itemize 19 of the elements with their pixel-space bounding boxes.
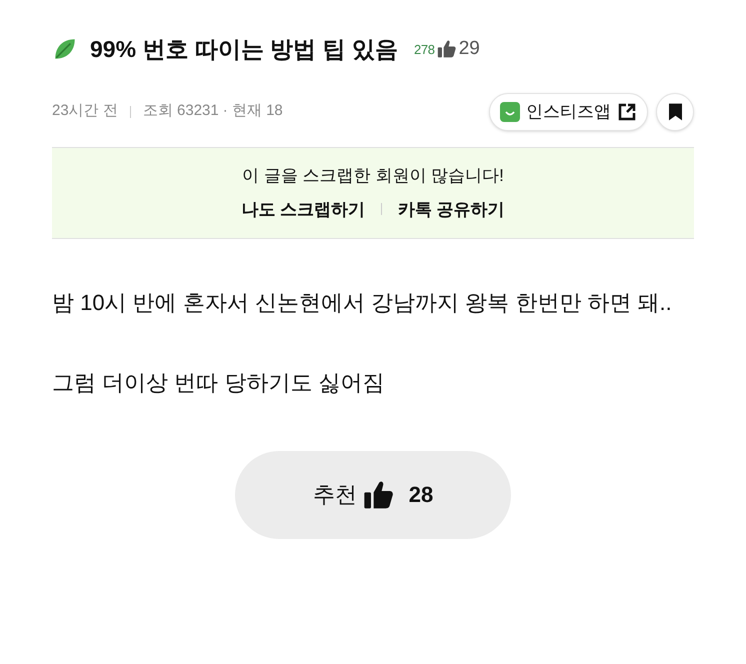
thumbs-up-icon [436,39,457,60]
bookmark-icon [668,102,682,120]
body-paragraph: 밤 10시 반에 혼자서 신논현에서 강남까지 왕복 한번만 하면 돼.. [52,288,673,316]
scrap-action-link[interactable]: 나도 스크랩하기 [241,196,365,222]
body-paragraph: 그럼 더이상 번따 당하기도 싫어짐 [52,368,386,396]
scrap-message: 이 글을 스크랩한 회원이 많습니다! [242,165,504,187]
current-viewers: · 현재 18 [222,101,283,122]
external-link-icon [617,102,637,122]
thumbs-up-icon [362,478,395,510]
bookmark-button[interactable] [656,92,694,130]
comment-count: 278 [414,40,435,58]
smile-icon [500,102,520,122]
scrap-action-link[interactable]: 카톡 공유하기 [398,196,505,222]
view-count: 조회 63231 [142,101,219,122]
post-title: 99% 번호 따이는 방법 팁 있음 [90,35,398,64]
recommend-button[interactable]: 추천 28 [235,450,511,538]
app-button[interactable]: 인스티즈앱 [489,92,648,130]
post-time: 23시간 전 [52,101,118,122]
like-count: 29 [458,37,480,61]
